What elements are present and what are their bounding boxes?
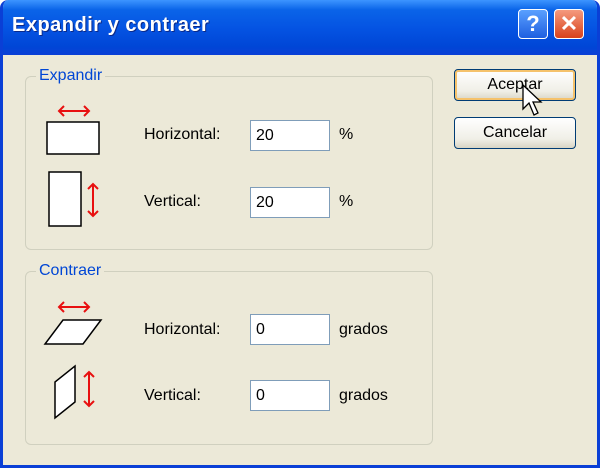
contract-vertical-unit: grados <box>339 387 388 404</box>
title-bar[interactable]: Expandir y contraer ? ✕ <box>3 0 597 55</box>
close-icon: ✕ <box>559 11 579 36</box>
contract-vertical-input[interactable] <box>250 380 330 411</box>
close-button[interactable]: ✕ <box>554 9 584 39</box>
ok-button[interactable]: Aceptar <box>454 69 576 101</box>
mouse-cursor-icon <box>522 84 543 116</box>
dialog-window: Expandir y contraer ? ✕ Expandir Horizon… <box>0 0 600 468</box>
expand-vertical-unit: % <box>339 193 354 210</box>
contract-vertical-label: Vertical: <box>144 387 201 404</box>
expand-horizontal-label: Horizontal: <box>144 126 221 143</box>
expand-vertical-label: Vertical: <box>144 193 201 210</box>
contract-horizontal-input[interactable] <box>250 314 330 345</box>
expand-vertical-input[interactable] <box>250 187 330 218</box>
contract-horizontal-unit: grados <box>339 321 388 338</box>
expand-horizontal-unit: % <box>339 126 354 143</box>
expand-horizontal-input[interactable] <box>250 120 330 151</box>
expand-vertical-icon <box>48 171 99 227</box>
window-title: Expandir y contraer <box>12 14 210 36</box>
contract-legend: Contraer <box>36 262 105 280</box>
help-button[interactable]: ? <box>518 9 548 39</box>
skew-horizontal-icon <box>43 301 103 345</box>
help-icon: ? <box>526 11 540 36</box>
contract-horizontal-label: Horizontal: <box>144 321 221 338</box>
expand-horizontal-icon <box>46 105 100 155</box>
expand-legend: Expandir <box>36 67 106 85</box>
cancel-button[interactable]: Cancelar <box>454 117 576 149</box>
skew-vertical-icon <box>54 364 95 420</box>
